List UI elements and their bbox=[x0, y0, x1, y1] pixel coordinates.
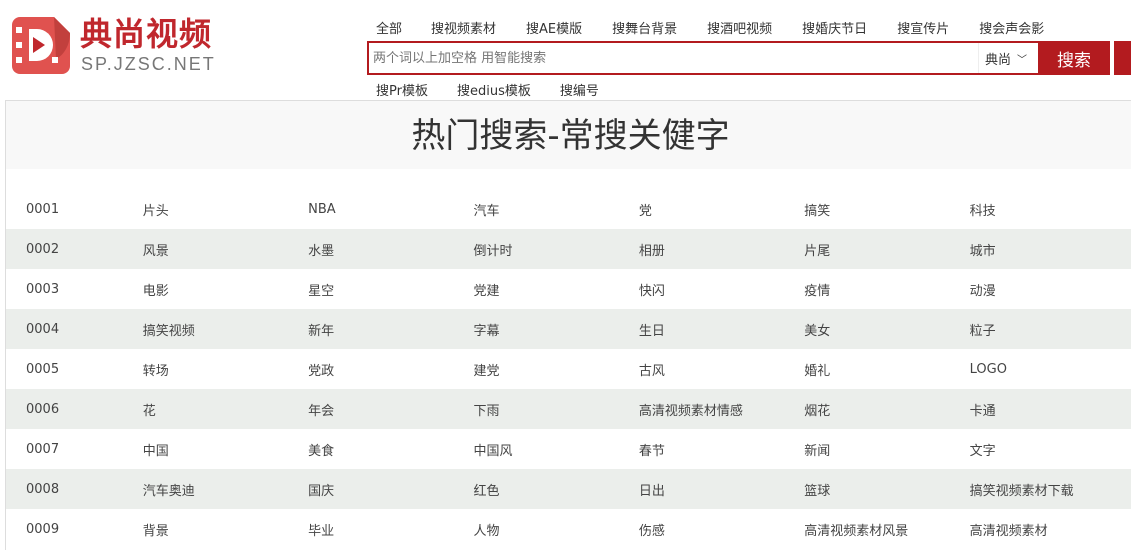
nav-vs[interactable]: 搜会声会影 bbox=[979, 18, 1044, 37]
table-row: 0005 转场 党政 建党 古风 婚礼 LOGO bbox=[6, 349, 1131, 389]
keyword-link[interactable]: 生日 bbox=[639, 320, 804, 339]
table-row: 0006 花年会 下雨 高清视频素材情感 烟花 卡通 bbox=[6, 389, 1131, 429]
keyword-link[interactable]: 国庆 bbox=[308, 480, 473, 499]
page-title: 热门搜索-常搜关健字 bbox=[6, 101, 1131, 169]
row-number: 0008 bbox=[26, 481, 60, 497]
table-row: 0002 风景 水墨 倒计时 相册 片尾 城市 bbox=[6, 229, 1131, 269]
keyword-link[interactable]: 年会 bbox=[308, 400, 473, 419]
keyword-link[interactable]: 红色 bbox=[473, 480, 638, 499]
table-row: 0007 中国 美食 中国风 春节 新闻 文字 bbox=[6, 429, 1131, 469]
keyword-link[interactable]: 片头 bbox=[143, 200, 308, 219]
row-number: 0009 bbox=[26, 521, 60, 537]
brand-domain: SP.JZSC.NET bbox=[81, 54, 216, 74]
extra-button[interactable] bbox=[1114, 41, 1131, 75]
hot-search-panel: 热门搜索-常搜关健字 0001 片头 NBA 汽车党搞笑 科技 0002 风景 水墨 倒计时 相册… bbox=[5, 100, 1131, 550]
nav-all[interactable]: 全部 bbox=[376, 18, 402, 37]
keyword-link[interactable]: 党 bbox=[639, 200, 804, 219]
nav-ae[interactable]: 搜AE模版 bbox=[526, 18, 582, 37]
search-bar: 典尚 ﹀ 搜索 bbox=[367, 41, 1110, 75]
keyword-link[interactable]: 文字 bbox=[970, 440, 1131, 459]
nav-wedding[interactable]: 搜婚庆节日 bbox=[802, 18, 867, 37]
table-row: 0008 汽车奥迪 国庆 红色 日出 篮球 搞笑视频素材下载 bbox=[6, 469, 1131, 509]
keyword-link[interactable]: 卡通 bbox=[970, 400, 1131, 419]
keyword-link[interactable]: 高清视频素材 bbox=[970, 520, 1131, 539]
row-number: 0005 bbox=[26, 361, 60, 377]
sub-nav: 搜Pr模板 搜edius模板 搜编号 bbox=[376, 80, 599, 99]
nav-edius[interactable]: 搜edius模板 bbox=[457, 80, 531, 99]
keyword-link[interactable]: 科技 bbox=[970, 200, 1131, 219]
keyword-link[interactable]: 美女 bbox=[804, 320, 969, 339]
keyword-link[interactable]: 搞笑视频素材下载 bbox=[970, 480, 1131, 499]
keyword-link[interactable]: 疫情 bbox=[804, 280, 969, 299]
row-number: 0002 bbox=[26, 241, 60, 257]
search-button[interactable]: 搜索 bbox=[1038, 41, 1110, 75]
keyword-link[interactable]: 倒计时 bbox=[473, 240, 638, 259]
keyword-link[interactable]: 汽车奥迪 bbox=[143, 480, 308, 499]
keyword-link[interactable]: 日出 bbox=[639, 480, 804, 499]
keyword-link[interactable]: 城市 bbox=[970, 240, 1131, 259]
keyword-link[interactable]: 建党 bbox=[473, 360, 638, 379]
keyword-link[interactable]: 新年 bbox=[308, 320, 473, 339]
brand-name[interactable]: 典尚视频 bbox=[80, 16, 212, 52]
keyword-link[interactable]: 人物 bbox=[473, 520, 638, 539]
nav-code[interactable]: 搜编号 bbox=[560, 80, 599, 99]
keyword-link[interactable]: 伤感 bbox=[639, 520, 804, 539]
keyword-link[interactable]: 快闪 bbox=[639, 280, 804, 299]
keyword-link[interactable]: 新闻 bbox=[804, 440, 969, 459]
keyword-link[interactable]: 古风 bbox=[639, 360, 804, 379]
nav-video[interactable]: 搜视频素材 bbox=[431, 18, 496, 37]
keyword-link[interactable]: 花 bbox=[143, 400, 308, 419]
keyword-link[interactable]: 风景 bbox=[143, 240, 308, 259]
table-row: 0001 片头 NBA 汽车党搞笑 科技 bbox=[6, 189, 1131, 229]
keyword-link[interactable]: 搞笑视频 bbox=[143, 320, 308, 339]
keyword-link[interactable]: 高清视频素材风景 bbox=[804, 520, 969, 539]
keyword-link[interactable]: 转场 bbox=[143, 360, 308, 379]
scope-label: 典尚 bbox=[985, 52, 1012, 68]
keyword-link[interactable]: 中国风 bbox=[473, 440, 638, 459]
row-number: 0001 bbox=[26, 201, 60, 217]
nav-promo[interactable]: 搜宣传片 bbox=[897, 18, 949, 37]
keyword-link[interactable]: 水墨 bbox=[308, 240, 473, 259]
logo-icon[interactable] bbox=[12, 17, 70, 74]
keyword-link[interactable]: 篮球 bbox=[804, 480, 969, 499]
keyword-link[interactable]: 烟花 bbox=[804, 400, 969, 419]
keyword-link[interactable]: 片尾 bbox=[804, 240, 969, 259]
keyword-link[interactable]: 中国 bbox=[143, 440, 308, 459]
keyword-link[interactable]: 汽车 bbox=[473, 200, 638, 219]
nav-stage[interactable]: 搜舞台背景 bbox=[612, 18, 677, 37]
keyword-link[interactable]: 党建 bbox=[473, 280, 638, 299]
nav-pr[interactable]: 搜Pr模板 bbox=[376, 80, 428, 99]
keyword-link[interactable]: 粒子 bbox=[970, 320, 1131, 339]
table-row: 0003 电影 星空 党建 快闪 疫情 动漫 bbox=[6, 269, 1131, 309]
nav-bar[interactable]: 搜酒吧视频 bbox=[707, 18, 772, 37]
row-number: 0006 bbox=[26, 401, 60, 417]
keyword-link[interactable]: 春节 bbox=[639, 440, 804, 459]
keyword-table: 0001 片头 NBA 汽车党搞笑 科技 0002 风景 水墨 倒计时 相册 片尾 城市 0003 电影星… bbox=[6, 189, 1131, 549]
search-input[interactable] bbox=[369, 43, 978, 73]
keyword-link[interactable]: 字幕 bbox=[473, 320, 638, 339]
keyword-link[interactable]: 党政 bbox=[308, 360, 473, 379]
top-nav: 全部 搜视频素材 搜AE模版 搜舞台背景 搜酒吧视频 搜婚庆节日 搜宣传片 搜会… bbox=[376, 18, 1044, 37]
table-row: 0004 搞笑视频 新年 字幕 生日 美女 粒子 bbox=[6, 309, 1131, 349]
keyword-link[interactable]: LOGO bbox=[970, 362, 1131, 377]
scope-select[interactable]: 典尚 ﹀ bbox=[978, 43, 1038, 73]
keyword-link[interactable]: 美食 bbox=[308, 440, 473, 459]
chevron-down-icon: ﹀ bbox=[1017, 54, 1028, 66]
row-number: 0007 bbox=[26, 441, 60, 457]
keyword-link[interactable]: NBA bbox=[308, 202, 473, 217]
keyword-link[interactable]: 电影 bbox=[143, 280, 308, 299]
row-number: 0004 bbox=[26, 321, 60, 337]
keyword-link[interactable]: 毕业 bbox=[308, 520, 473, 539]
keyword-link[interactable]: 下雨 bbox=[473, 400, 638, 419]
keyword-link[interactable]: 相册 bbox=[639, 240, 804, 259]
keyword-link[interactable]: 星空 bbox=[308, 280, 473, 299]
keyword-link[interactable]: 搞笑 bbox=[804, 200, 969, 219]
keyword-link[interactable]: 高清视频素材情感 bbox=[639, 400, 804, 419]
table-row: 0009 背景 毕业 人物 伤感 高清视频素材风景 高清视频素材 bbox=[6, 509, 1131, 549]
keyword-link[interactable]: 背景 bbox=[143, 520, 308, 539]
row-number: 0003 bbox=[26, 281, 60, 297]
keyword-link[interactable]: 动漫 bbox=[970, 280, 1131, 299]
keyword-link[interactable]: 婚礼 bbox=[804, 360, 969, 379]
